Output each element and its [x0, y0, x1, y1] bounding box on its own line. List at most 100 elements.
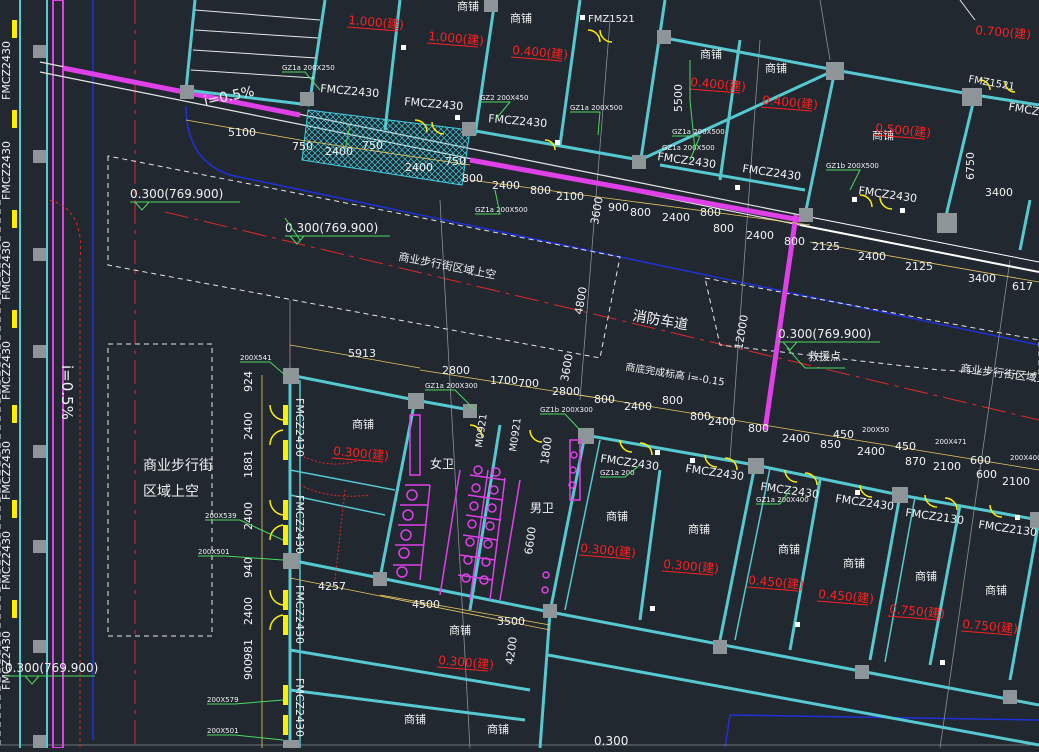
door-code-vert: FMCZ2430 [293, 495, 306, 554]
note: 200X501 [207, 727, 239, 735]
door-code: FMCZ2430 [858, 184, 918, 205]
dim: 981 [242, 639, 255, 660]
dim: 3600 [588, 196, 606, 226]
fire-lane-label: 消防车道 [631, 307, 689, 333]
dim: 5100 [228, 126, 256, 139]
floor-elev-note: 商底完成标高 i=-0.15 [625, 360, 726, 389]
dim: 3400 [968, 272, 996, 285]
left-door-4: FMCZ2430 [0, 341, 13, 400]
dim: 2400 [492, 179, 520, 192]
door-code-vert: FMCZ2430 [293, 678, 306, 737]
dim: 924 [242, 371, 255, 392]
door-code: FMCZ2430 [404, 95, 464, 113]
dim: 750 [362, 139, 383, 152]
left-door-6: FMCZ2430 [0, 531, 13, 590]
dim: 2100 [556, 190, 584, 203]
walkway-upper-label: 商业步行街区域上空 [397, 249, 497, 282]
shop-label: 商铺 [843, 556, 865, 570]
dim: 900 [608, 201, 629, 214]
door-code-b: FMCZ2130 [905, 506, 965, 527]
dim: 3500 [497, 615, 525, 628]
door-m0921-b: M0921 [508, 417, 524, 452]
dim: 1700 [490, 374, 518, 387]
note: 200X541 [240, 354, 272, 362]
level: 0.300(769.900) [778, 327, 871, 341]
dim: 2400 [662, 211, 690, 224]
door-code: FMCZ2430 [488, 112, 548, 130]
dim: 800 [462, 172, 483, 185]
note: GZ1a 200X500 [672, 128, 725, 136]
shop-label: 商铺 [404, 712, 426, 726]
left-door-2: FMCZ2430 [0, 141, 13, 200]
dim: 450 [895, 440, 916, 453]
dim: 750 [445, 155, 466, 168]
dim: 3600 [558, 353, 576, 383]
drawing-canvas[interactable]: FMCZ2430 FMCZ2430 FMCZ2430 FMCZ2430 FMCZ… [0, 0, 1039, 749]
dim: 450 [833, 428, 854, 441]
dim: 2400 [782, 432, 810, 445]
dim: 2400 [242, 597, 255, 625]
note: 200X501 [198, 548, 230, 556]
dim: 600 [976, 468, 997, 481]
door-m0921-a: M0921 [474, 413, 490, 448]
note: GZ2 200X450 [480, 94, 528, 102]
structural-notes: GZ1a 200X250 GZ2 200X450 GZ1a 200X500 GZ… [198, 64, 1039, 735]
dim: 940 [242, 557, 255, 578]
dimension-text: 5100 750 2400 750 2400 750 5500 6750 340… [228, 84, 1033, 680]
shop-label: 商铺 [352, 417, 374, 431]
dim: 2400 [858, 250, 886, 263]
elev: 0.700(建) [975, 23, 1032, 42]
dim: 2100 [1002, 475, 1030, 488]
door-code-vert: FMCZ2430 [293, 585, 306, 644]
left-column-strip: FMCZ2430 FMCZ2430 FMCZ2430 FMCZ2430 FMCZ… [0, 0, 82, 749]
dim: 4257 [318, 580, 346, 593]
dim: 5913 [348, 347, 376, 360]
dim: 2800 [552, 385, 580, 398]
dim: 800 [700, 206, 721, 219]
note: GZ1a 200X300 [425, 382, 478, 390]
shop-label: 商铺 [688, 522, 710, 536]
elev-white: 0.300 [594, 734, 628, 748]
dim: 800 [662, 394, 683, 407]
note: GZ1b 200X500 [826, 162, 879, 170]
door-code-vert: FMCZ2430 [293, 398, 306, 457]
shop-label: 商铺 [765, 61, 787, 75]
door-code-b: FMCZ2130 [978, 518, 1038, 539]
left-door-1: FMCZ2430 [0, 41, 13, 100]
door-code: FMCZ2430 [835, 492, 895, 513]
shop-label: 商铺 [606, 509, 628, 523]
level: 0.300(769.900) [5, 661, 98, 675]
dim: 2125 [812, 240, 840, 253]
door-code: FMCZ2430 [1007, 100, 1039, 123]
slope-left-label: i=0.5% [58, 365, 76, 420]
note: 200X471 [935, 438, 967, 446]
dim: 6600 [522, 526, 539, 556]
dim: 2400 [405, 161, 433, 174]
level: 0.300(769.900) [285, 221, 378, 235]
dim: 2400 [708, 415, 736, 428]
dim: 2400 [746, 229, 774, 242]
note: GZ1b 200X300 [540, 406, 593, 414]
dim: 800 [784, 235, 805, 248]
lower-door-leaves [283, 405, 288, 735]
shop-label: 商铺 [487, 722, 509, 736]
shop-label: 商铺 [449, 623, 471, 637]
lower-columns [283, 368, 1039, 748]
dim: 700 [518, 377, 539, 390]
level-triangles [5, 201, 880, 685]
note: GZ1a 200X500 [475, 206, 528, 214]
dim: 12000 [732, 314, 751, 351]
cad-floor-plan[interactable]: FMCZ2430 FMCZ2430 FMCZ2430 FMCZ2430 FMCZ… [0, 0, 1039, 749]
dim: 600 [970, 454, 991, 467]
dim: 2800 [442, 364, 470, 377]
shop-label: 商铺 [457, 0, 479, 13]
door-fm-top: FMZ1521 [588, 14, 635, 25]
walkway-right-label: 商业步行街区域上空 [960, 361, 1039, 387]
dim: 2400 [857, 445, 885, 458]
door-code: FMCZ2430 [657, 150, 717, 171]
dim: 870 [905, 455, 926, 468]
dim: 2400 [624, 400, 652, 413]
dim: 2400 [325, 145, 353, 158]
men-wc-label: 男卫 [530, 501, 554, 515]
shop-label: 商铺 [915, 569, 937, 583]
